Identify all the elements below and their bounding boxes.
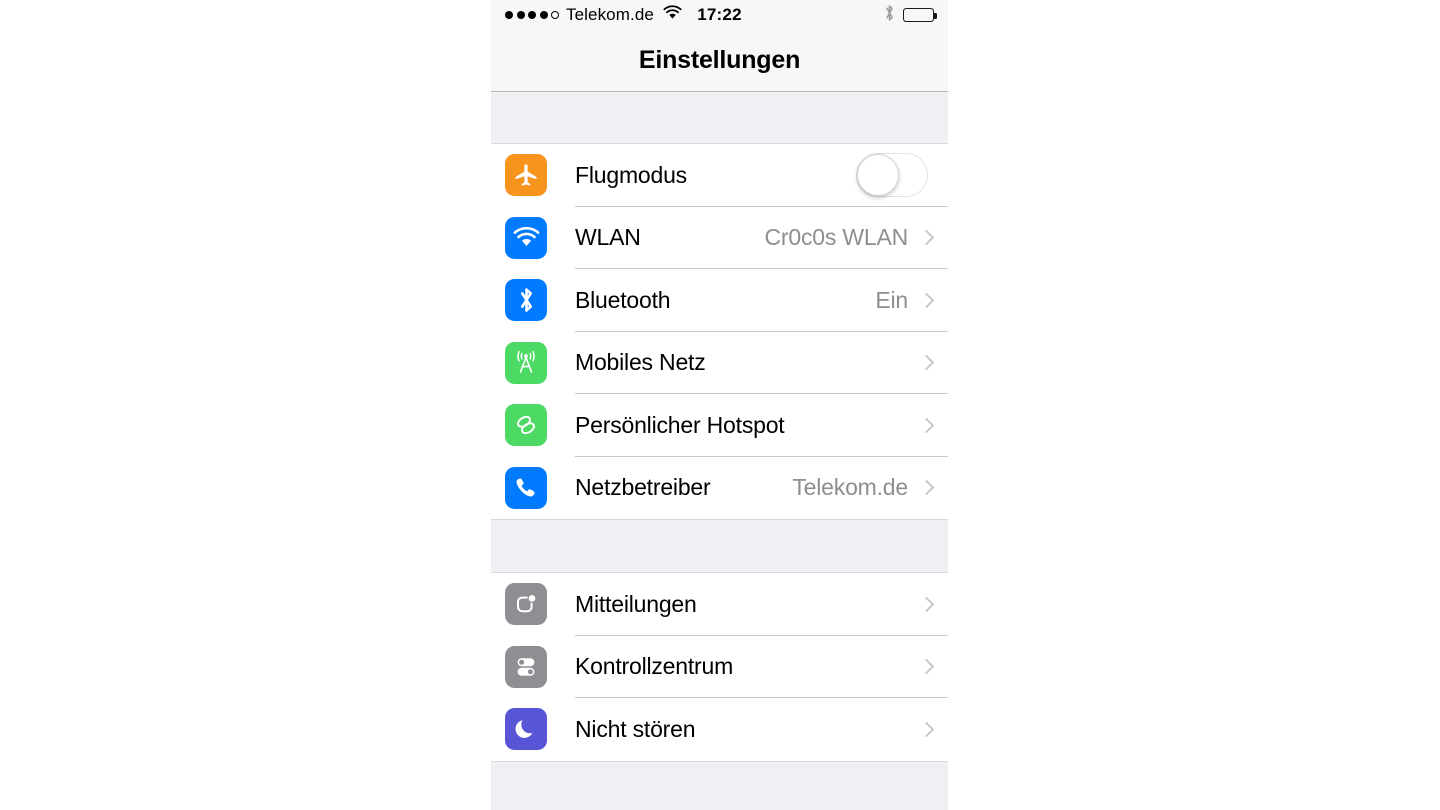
settings-row-notifications[interactable]: Mitteilungen xyxy=(491,573,948,636)
chevron-right-icon xyxy=(918,658,935,675)
chevron-right-icon xyxy=(918,417,935,434)
chevron-right-icon xyxy=(918,229,935,246)
status-bar: Telekom.de 17:22 xyxy=(491,0,948,30)
chevron-right-icon xyxy=(918,479,935,496)
status-bar-right xyxy=(884,4,937,27)
settings-row-label: Nicht stören xyxy=(575,715,696,742)
signal-dot-empty xyxy=(551,11,559,19)
signal-dot-filled xyxy=(505,11,513,19)
settings-row-accessory xyxy=(908,417,948,434)
chevron-right-icon xyxy=(918,354,935,371)
carrier-name: Telekom.de xyxy=(566,5,654,24)
settings-row-cellular[interactable]: Mobiles Netz xyxy=(491,331,948,394)
settings-row-wifi[interactable]: WLAN Cr0c0s WLAN xyxy=(491,206,949,269)
settings-row-label: Netzbetreiber xyxy=(575,474,711,501)
wifi-icon xyxy=(663,5,682,25)
hotspot-icon xyxy=(505,404,547,447)
settings-row-accessory xyxy=(908,596,948,613)
control-center-icon xyxy=(505,645,547,688)
airplane-mode-toggle[interactable] xyxy=(856,153,928,198)
settings-group-notifications: Mitteilungen Kontrollzentrum Nicht störe… xyxy=(491,573,948,761)
settings-row-label: Kontrollzentrum xyxy=(575,653,734,680)
section-gap-top xyxy=(491,92,948,144)
phone-icon xyxy=(505,466,547,509)
toggle-knob xyxy=(857,154,899,197)
settings-row-do-not-disturb[interactable]: Nicht stören xyxy=(491,698,948,761)
section-gap-bottom xyxy=(491,760,948,810)
settings-row-airplane-mode[interactable]: Flugmodus xyxy=(491,144,948,207)
chevron-right-icon xyxy=(918,596,935,613)
settings-row-accessory xyxy=(856,153,948,198)
settings-row-bluetooth[interactable]: Bluetooth Ein xyxy=(491,269,948,332)
signal-strength-dots xyxy=(505,11,559,19)
settings-row-accessory: Telekom.de xyxy=(792,474,948,501)
signal-dot-filled xyxy=(539,11,548,19)
bluetooth-icon xyxy=(884,4,895,27)
screenshot-canvas: Telekom.de 17:22 Einstellungen Flugmodus… xyxy=(0,0,1440,810)
settings-row-label: Mobiles Netz xyxy=(575,349,706,376)
notifications-icon xyxy=(505,583,547,626)
chevron-right-icon xyxy=(918,721,935,738)
settings-row-accessory: Ein xyxy=(875,287,948,314)
chevron-right-icon xyxy=(918,292,935,309)
settings-row-label: Flugmodus xyxy=(575,161,687,188)
settings-row-control-center[interactable]: Kontrollzentrum xyxy=(491,635,948,698)
status-bar-left: Telekom.de xyxy=(505,5,682,25)
section-gap-middle xyxy=(491,519,948,573)
settings-table: Flugmodus WLAN Cr0c0s WLAN Bluetooth Ein… xyxy=(491,92,948,810)
iphone-viewport: Telekom.de 17:22 Einstellungen Flugmodus… xyxy=(491,0,948,810)
navigation-bar: Einstellungen xyxy=(491,30,948,92)
moon-icon xyxy=(505,708,547,751)
signal-dot-filled xyxy=(516,11,525,19)
page-title: Einstellungen xyxy=(638,46,801,74)
battery-icon xyxy=(903,8,937,22)
settings-row-value: Telekom.de xyxy=(792,474,908,501)
airplane-icon xyxy=(505,154,547,197)
settings-row-label: WLAN xyxy=(575,224,641,251)
settings-row-accessory: Cr0c0s WLAN xyxy=(765,224,949,251)
settings-row-label: Persönlicher Hotspot xyxy=(575,411,785,438)
settings-row-value: Cr0c0s WLAN xyxy=(764,224,909,251)
settings-row-label: Mitteilungen xyxy=(575,590,697,617)
cell-tower-icon xyxy=(505,341,547,384)
settings-row-personal-hotspot[interactable]: Persönlicher Hotspot xyxy=(491,394,948,457)
settings-row-value: Ein xyxy=(875,286,908,313)
signal-dot-filled xyxy=(528,11,536,19)
settings-row-accessory xyxy=(908,658,948,675)
bluetooth-icon xyxy=(505,279,547,322)
settings-row-carrier[interactable]: Netzbetreiber Telekom.de xyxy=(491,456,948,519)
settings-row-accessory xyxy=(908,721,948,738)
settings-row-accessory xyxy=(908,354,948,371)
settings-group-connectivity: Flugmodus WLAN Cr0c0s WLAN Bluetooth Ein… xyxy=(491,144,948,519)
wifi-icon xyxy=(505,216,547,259)
settings-row-label: Bluetooth xyxy=(575,286,671,313)
